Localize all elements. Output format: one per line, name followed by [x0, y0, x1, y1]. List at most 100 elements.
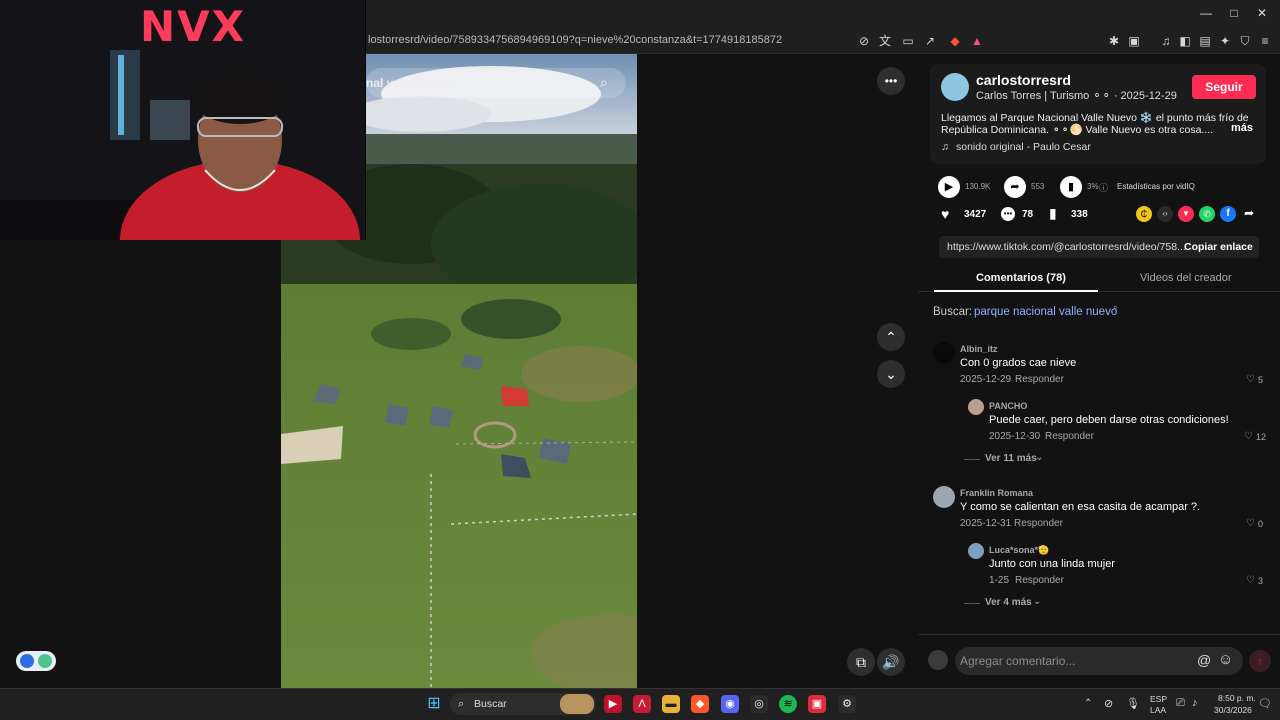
- comment-placeholder[interactable]: Agregar comentario...: [960, 654, 1075, 668]
- spotify-icon[interactable]: ≋: [779, 695, 797, 713]
- record-app-icon[interactable]: ▣: [808, 695, 826, 713]
- tray-app-icon[interactable]: ⊘: [1104, 697, 1113, 710]
- url-text[interactable]: lostorresrd/video/7589334756894969109?q=…: [368, 34, 782, 46]
- file-explorer-icon[interactable]: ▬: [662, 695, 680, 713]
- info-icon[interactable]: ⓘ: [1099, 181, 1108, 194]
- reply-button[interactable]: Responder: [1045, 431, 1094, 442]
- share-page-icon[interactable]: ↗: [921, 32, 939, 50]
- volume-icon[interactable]: 🔊: [877, 648, 905, 676]
- reply-button[interactable]: Responder: [1014, 518, 1063, 529]
- creator-avatar[interactable]: [941, 73, 969, 101]
- search-suggestion-link[interactable]: parque nacional valle nuevo: [974, 306, 1117, 318]
- app-a-icon[interactable]: Λ: [633, 695, 651, 713]
- facebook-icon[interactable]: f: [1220, 206, 1236, 222]
- sidebar-icon[interactable]: ◧: [1176, 32, 1194, 50]
- rewards-icon[interactable]: ▲: [968, 32, 986, 50]
- reply-button[interactable]: Responder: [1015, 575, 1064, 586]
- send-icon[interactable]: ▼: [1178, 206, 1194, 222]
- vidiq-stats-label[interactable]: Estadísticas por vidIQ: [1117, 182, 1195, 191]
- chevron-down-icon[interactable]: ⌄: [1033, 596, 1041, 607]
- comment-user[interactable]: Luca*sona*🫡: [989, 545, 1049, 556]
- no-image-icon[interactable]: ⊘: [855, 32, 873, 50]
- clock-time[interactable]: 8:50 p. m.: [1218, 693, 1256, 703]
- view-more-replies-button[interactable]: Ver 4 más: [985, 597, 1032, 608]
- brave-browser-icon[interactable]: ◆: [691, 695, 709, 713]
- network-icon[interactable]: ⎚: [1176, 697, 1185, 710]
- close-window-icon[interactable]: ✕: [1252, 6, 1272, 22]
- wallet-icon[interactable]: ▤: [1196, 32, 1214, 50]
- reply-button[interactable]: Responder: [1015, 374, 1064, 385]
- extensions-icon[interactable]: ✱: [1105, 32, 1123, 50]
- follow-button[interactable]: Seguir: [1192, 75, 1256, 99]
- sound-label[interactable]: sonido original - Paulo Cesar: [956, 141, 1091, 153]
- view-more-replies-button[interactable]: Ver 11 más: [985, 453, 1037, 464]
- menu-icon[interactable]: ≡: [1256, 32, 1274, 50]
- like-heart-icon[interactable]: ♡: [1246, 575, 1255, 586]
- tab-comments[interactable]: Comentarios (78): [976, 272, 1066, 284]
- settings-gear-icon[interactable]: ⚙: [838, 695, 856, 713]
- mention-icon[interactable]: @: [1197, 652, 1211, 668]
- ai-icon[interactable]: ✦: [1216, 32, 1234, 50]
- comment-icon[interactable]: •••: [1001, 207, 1015, 221]
- speaker-icon[interactable]: ♪: [1192, 697, 1198, 709]
- avatar[interactable]: [933, 486, 955, 508]
- search-icon[interactable]: ⌕: [600, 74, 608, 91]
- like-heart-icon[interactable]: ♡: [1246, 518, 1255, 529]
- creator-username[interactable]: carlostorresrd: [976, 72, 1071, 88]
- music-icon[interactable]: ♫: [1157, 32, 1175, 50]
- language-layout[interactable]: LAA: [1150, 705, 1166, 715]
- bar-chart-icon[interactable]: ▮: [1060, 176, 1082, 198]
- avatar[interactable]: [968, 543, 984, 559]
- share-arrow-icon[interactable]: ➦: [1004, 176, 1026, 198]
- embed-icon[interactable]: ‹›: [1157, 206, 1173, 222]
- obs-icon[interactable]: ◎: [750, 695, 768, 713]
- screenshot-icon[interactable]: ▣: [1125, 32, 1143, 50]
- like-heart-icon[interactable]: ♡: [1246, 374, 1255, 385]
- bookmark-icon[interactable]: ▮: [1049, 205, 1057, 222]
- taskbar-search-text[interactable]: Buscar: [474, 698, 507, 710]
- post-comment-button[interactable]: ↑: [1249, 650, 1271, 672]
- clock-date[interactable]: 30/3/2026: [1214, 705, 1252, 715]
- search-highlight-image: [560, 694, 594, 714]
- tray-chevron-icon[interactable]: ⌃: [1084, 698, 1092, 709]
- coin-icon[interactable]: ₵: [1136, 206, 1152, 222]
- video-search-text[interactable]: nal valle nuevo: [366, 76, 452, 90]
- play-icon[interactable]: ▶: [938, 176, 960, 198]
- comment-user[interactable]: Franklin Romana: [960, 488, 1033, 498]
- language-indicator[interactable]: ESP: [1150, 694, 1167, 704]
- taskbar-search-icon: ⌕: [458, 698, 465, 710]
- avatar[interactable]: [968, 399, 984, 415]
- avatar[interactable]: [928, 650, 948, 670]
- share-link-text[interactable]: https://www.tiktok.com/@carlostorresrd/v…: [947, 241, 1186, 253]
- next-video-button[interactable]: ⌄: [877, 360, 905, 388]
- emoji-icon[interactable]: ☺: [1218, 651, 1233, 668]
- avatar[interactable]: [933, 342, 955, 364]
- translate-icon[interactable]: 文: [876, 32, 894, 50]
- minimize-icon[interactable]: —: [1196, 6, 1216, 22]
- comment-user[interactable]: Albin_itz: [960, 344, 998, 354]
- previous-video-button[interactable]: ⌃: [877, 323, 905, 351]
- heart-icon[interactable]: ♥: [941, 206, 949, 222]
- maximize-icon[interactable]: □: [1224, 6, 1244, 22]
- overlay-widget[interactable]: [16, 651, 56, 671]
- like-heart-icon[interactable]: ♡: [1244, 431, 1253, 442]
- comment-text: Con 0 grados cae nieve: [960, 357, 1077, 369]
- whatsapp-icon[interactable]: ✆: [1199, 206, 1215, 222]
- windows-start-icon[interactable]: ⊞: [425, 695, 443, 713]
- more-description-link[interactable]: más: [1231, 122, 1253, 134]
- tab-creator-videos[interactable]: Videos del creador: [1140, 272, 1232, 284]
- brave-shield-icon[interactable]: ◆: [946, 32, 964, 50]
- discord-icon[interactable]: ◉: [721, 695, 739, 713]
- share-more-icon[interactable]: ➦: [1244, 206, 1254, 220]
- copy-link-button[interactable]: Copiar enlace: [1184, 241, 1253, 253]
- screen-icon[interactable]: ▭: [899, 32, 917, 50]
- vpn-icon[interactable]: ⛉: [1236, 32, 1254, 50]
- chevron-down-icon[interactable]: ⌄: [1035, 452, 1043, 463]
- media-app-icon[interactable]: ▶: [604, 695, 622, 713]
- microphone-icon[interactable]: 🎙: [1126, 697, 1140, 710]
- notification-icon[interactable]: 🗨: [1258, 697, 1272, 710]
- pip-icon[interactable]: ⧉: [847, 648, 875, 676]
- more-options-button[interactable]: •••: [877, 67, 905, 95]
- comment-user[interactable]: PANCHO: [989, 401, 1027, 411]
- active-tab-indicator: [934, 290, 1098, 292]
